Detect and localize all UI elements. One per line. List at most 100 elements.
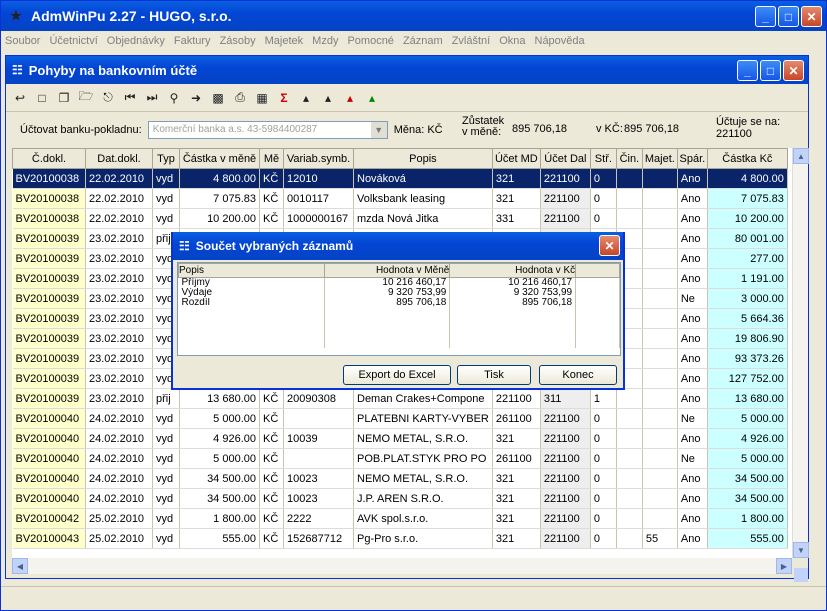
table-row[interactable]: BV20100043 25.02.2010 vyd 555.00 KČ 152687712…: [12, 528, 788, 549]
column-header[interactable]: Stř.: [589, 148, 617, 169]
print-icon[interactable]: ⎙: [232, 90, 248, 106]
table-cell: [642, 328, 678, 349]
scroll-thumb[interactable]: [794, 568, 808, 582]
new-icon[interactable]: □: [34, 90, 50, 106]
table-cell: [616, 428, 643, 449]
vertical-scrollbar[interactable]: ▲ ▼: [792, 148, 809, 582]
column-header[interactable]: Variab.symb.: [283, 148, 354, 169]
table-cell: 23.02.2010: [85, 368, 153, 389]
menu-item[interactable]: Nápověda: [535, 35, 585, 47]
table-cell: [642, 368, 678, 389]
copy-icon[interactable]: ❐: [56, 90, 72, 106]
open-icon[interactable]: 🗁: [78, 89, 94, 106]
column-header[interactable]: Mě: [259, 148, 284, 169]
table-cell: 22.02.2010: [85, 208, 153, 229]
menu-item[interactable]: Majetek: [265, 35, 304, 47]
balance-label: Zůstatek v měně:: [462, 115, 505, 138]
menu-item[interactable]: Soubor: [5, 35, 40, 47]
menu-item[interactable]: Faktury: [174, 35, 211, 47]
menu-item[interactable]: Účetnictví: [49, 35, 97, 47]
table-row[interactable]: BV20100040 24.02.2010 vyd 34 500.00 KČ 10023 N…: [12, 468, 788, 489]
table-cell: Deman Crakes+Compone: [353, 388, 493, 409]
column-header[interactable]: Účet Dal: [539, 148, 591, 169]
table-cell: 5 000.00: [179, 448, 260, 469]
table-cell: BV20100038: [12, 168, 86, 189]
menu-item[interactable]: Okna: [499, 35, 525, 47]
table-cell: [283, 408, 354, 429]
child-minimize-button[interactable]: _: [737, 60, 758, 81]
table-cell: [616, 508, 643, 529]
table-cell: 321: [492, 168, 541, 189]
table-cell: [616, 448, 643, 469]
column-header[interactable]: Spár.: [676, 148, 708, 169]
table-row[interactable]: BV20100040 24.02.2010 vyd 34 500.00 KČ 10023 J…: [12, 488, 788, 509]
maximize-button[interactable]: □: [778, 6, 799, 27]
table-cell: AVK spol.s.r.o.: [353, 508, 493, 529]
dialog-close-button[interactable]: ✕: [599, 235, 620, 256]
sum-row: Rozdíl 895 706,18 895 706,18: [178, 298, 620, 308]
sum-cell: [449, 328, 577, 338]
table-cell: Ano: [677, 388, 708, 409]
tree-icon[interactable]: ▴: [298, 90, 314, 106]
child-close-button[interactable]: ✕: [783, 60, 804, 81]
table-row[interactable]: BV20100038 22.02.2010 vyd 4 800.00 KČ 12010 No…: [12, 168, 788, 189]
sum-cell: 895 706,18: [324, 298, 451, 308]
menu-item[interactable]: Zásoby: [220, 35, 256, 47]
menu-item[interactable]: Zvláštní: [452, 35, 491, 47]
dropdown-arrow-icon[interactable]: ▼: [370, 122, 387, 138]
excel-icon[interactable]: ▦: [254, 90, 270, 106]
print-button[interactable]: Tisk: [457, 365, 531, 385]
sum-cell: [449, 318, 577, 328]
close-dialog-button[interactable]: Konec: [539, 365, 617, 385]
table-row[interactable]: BV20100039 23.02.2010 přij 13 680.00 KČ 20090…: [12, 388, 788, 409]
menu-item[interactable]: Záznam: [403, 35, 443, 47]
tree-green-icon[interactable]: ▴: [364, 90, 380, 106]
table-cell: 24.02.2010: [85, 468, 153, 489]
table-row[interactable]: BV20100038 22.02.2010 vyd 7 075.83 KČ 0010117…: [12, 188, 788, 209]
table-cell: 24.02.2010: [85, 488, 153, 509]
tree-red-icon[interactable]: ▴: [342, 90, 358, 106]
scroll-up-icon[interactable]: ▲: [793, 148, 809, 164]
table-row[interactable]: BV20100042 25.02.2010 vyd 1 800.00 KČ 2222 AVK…: [12, 508, 788, 529]
column-header[interactable]: Popis: [353, 148, 493, 169]
menu-item[interactable]: Mzdy: [312, 35, 338, 47]
column-header[interactable]: Částka Kč: [706, 148, 788, 169]
table-row[interactable]: BV20100040 24.02.2010 vyd 5 000.00 KČ POB.PLA…: [12, 448, 788, 469]
table-row[interactable]: BV20100038 22.02.2010 vyd 10 200.00 KČ 100000…: [12, 208, 788, 229]
delete-icon[interactable]: ⎋: [100, 90, 116, 106]
sum-icon[interactable]: Σ: [276, 90, 292, 106]
scroll-left-icon[interactable]: ◀: [12, 558, 28, 574]
scroll-right-icon[interactable]: ▶: [776, 558, 792, 574]
column-header[interactable]: Majet.: [641, 148, 678, 169]
close-button[interactable]: ✕: [801, 6, 822, 27]
child-maximize-button[interactable]: □: [760, 60, 781, 81]
column-header[interactable]: Účet MD: [491, 148, 541, 169]
column-header[interactable]: Dat.dokl.: [85, 148, 153, 169]
exit-icon[interactable]: ↩: [12, 90, 28, 106]
column-header[interactable]: Č.dokl.: [12, 148, 86, 169]
search-icon[interactable]: ⚲: [166, 90, 182, 106]
first-record-icon[interactable]: ⏮: [122, 90, 138, 106]
bank-select[interactable]: Komerční banka a.s. 43-5984400287 ▼: [147, 121, 388, 139]
column-header[interactable]: Čin.: [615, 148, 643, 169]
sum-column-header: Popis: [178, 263, 325, 278]
export-excel-button[interactable]: Export do Excel: [343, 365, 451, 385]
menu-item[interactable]: Objednávky: [107, 35, 165, 47]
sum-cell: [178, 338, 325, 348]
table-cell: 221100: [540, 188, 591, 209]
tree-yellow-icon[interactable]: ▴: [320, 90, 336, 106]
column-header[interactable]: Částka v měně: [179, 148, 260, 169]
column-header[interactable]: Typ: [152, 148, 180, 169]
menu-item[interactable]: Pomocné: [347, 35, 393, 47]
minimize-button[interactable]: _: [755, 6, 776, 27]
scroll-down-icon[interactable]: ▼: [793, 542, 809, 558]
table-cell: KČ: [259, 488, 284, 509]
table-cell: [616, 388, 643, 409]
goto-icon[interactable]: ➜: [188, 90, 204, 106]
table-cell: KČ: [259, 188, 284, 209]
select-icon[interactable]: ▩: [210, 90, 226, 106]
table-row[interactable]: BV20100040 24.02.2010 vyd 5 000.00 KČ PLATEBN…: [12, 408, 788, 429]
table-row[interactable]: BV20100040 24.02.2010 vyd 4 926.00 KČ 10039 NE…: [12, 428, 788, 449]
last-record-icon[interactable]: ⏭: [144, 90, 160, 106]
horizontal-scrollbar[interactable]: ◀ ▶: [12, 558, 792, 574]
